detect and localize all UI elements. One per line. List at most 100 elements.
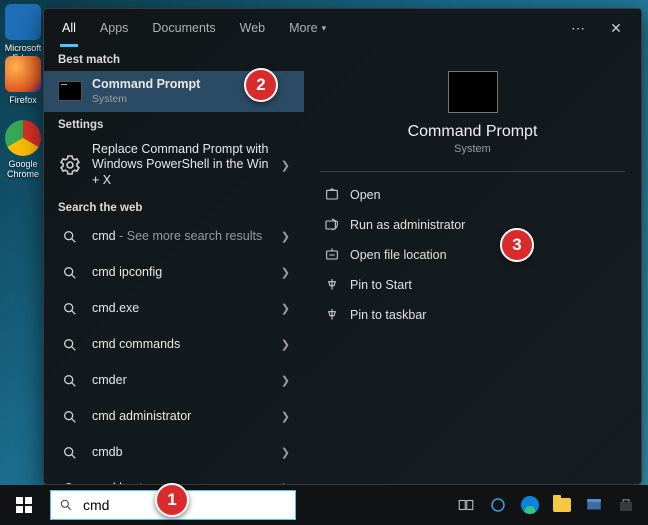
chevron-right-icon: ❯: [281, 230, 290, 243]
taskbar-icons: [452, 491, 648, 519]
desktop-icon-edge[interactable]: Microsoft Edge: [2, 4, 44, 63]
web-result[interactable]: cmd administrator ❯: [44, 399, 304, 435]
taskbar-store[interactable]: [612, 491, 640, 519]
preview-action-pin-start[interactable]: Pin to Start: [320, 270, 625, 300]
taskbar: [0, 485, 648, 525]
result-title: cmd hostname: [92, 481, 271, 484]
result-title: cmd - See more search results: [92, 229, 271, 245]
close-button[interactable]: ✕: [599, 20, 633, 37]
tab-apps[interactable]: Apps: [90, 9, 139, 47]
search-tabs: All Apps Documents Web More ▾ ⋯ ✕: [44, 9, 641, 47]
tab-web[interactable]: Web: [230, 9, 275, 47]
result-title: cmd ipconfig: [92, 265, 271, 281]
preview-subtitle: System: [320, 143, 625, 155]
divider: [320, 171, 625, 172]
section-web: Search the web: [44, 195, 304, 219]
desktop-icon-label: Google Chrome: [2, 159, 44, 179]
tab-documents[interactable]: Documents: [142, 9, 225, 47]
chevron-right-icon: ❯: [281, 410, 290, 423]
cortana-icon: [489, 496, 507, 514]
action-label: Open file location: [350, 248, 447, 262]
task-view-icon: [457, 496, 475, 514]
close-icon: ✕: [610, 20, 622, 36]
search-icon: [58, 333, 82, 357]
action-label: Run as administrator: [350, 218, 465, 232]
result-title: cmd.exe: [92, 301, 271, 317]
taskbar-task-view[interactable]: [452, 491, 480, 519]
tab-all[interactable]: All: [52, 9, 86, 47]
taskbar-cortana[interactable]: [484, 491, 512, 519]
chevron-right-icon: ❯: [281, 159, 290, 172]
web-result[interactable]: cmd commands ❯: [44, 327, 304, 363]
search-panel: All Apps Documents Web More ▾ ⋯ ✕ Best m…: [43, 8, 642, 485]
tab-label: More: [289, 21, 317, 35]
annotation-badge-3: 3: [500, 228, 534, 262]
taskbar-app[interactable]: [580, 491, 608, 519]
preview-action-pin-taskbar[interactable]: Pin to taskbar: [320, 300, 625, 330]
tab-label: All: [62, 21, 76, 35]
desktop-icon-firefox[interactable]: Firefox: [2, 56, 44, 105]
admin-icon: [324, 217, 340, 233]
edge-icon: [521, 496, 539, 514]
preview-command-prompt-icon: [448, 71, 498, 113]
web-result[interactable]: cmd.exe❯: [44, 291, 304, 327]
search-icon: [58, 297, 82, 321]
web-result[interactable]: cmd hostname ❯: [44, 471, 304, 484]
preview-action-admin[interactable]: Run as administrator: [320, 210, 625, 240]
web-result[interactable]: cmdb ❯: [44, 435, 304, 471]
chevron-down-icon: ▾: [322, 23, 327, 34]
store-icon: [617, 496, 635, 514]
search-icon: [58, 441, 82, 465]
taskbar-edge[interactable]: [516, 491, 544, 519]
preview-action-open[interactable]: Open: [320, 180, 625, 210]
command-prompt-icon: [58, 79, 82, 103]
result-title: cmder: [92, 373, 271, 389]
tab-label: Documents: [152, 21, 215, 35]
chevron-right-icon: ❯: [281, 482, 290, 484]
section-settings: Settings: [44, 112, 304, 136]
chevron-right-icon: ❯: [281, 266, 290, 279]
settings-result[interactable]: Replace Command Prompt with Windows Powe…: [44, 136, 304, 195]
pin-taskbar-icon: [324, 307, 340, 323]
chevron-right-icon: ❯: [281, 446, 290, 459]
window-icon: [585, 496, 603, 514]
desktop-icon-chrome[interactable]: Google Chrome: [2, 120, 44, 179]
search-icon: [59, 498, 73, 512]
preview-title: Command Prompt: [320, 123, 625, 141]
open-icon: [324, 187, 340, 203]
chevron-right-icon: ❯: [281, 374, 290, 387]
results-column: Best match Command Prompt System Setting…: [44, 47, 304, 484]
desktop-icon-label: Firefox: [2, 95, 44, 105]
web-result[interactable]: cmd - See more search results ❯: [44, 219, 304, 255]
tab-label: Apps: [100, 21, 129, 35]
folder-icon: [553, 498, 571, 512]
chevron-right-icon: ❯: [281, 338, 290, 351]
web-result[interactable]: cmder ❯: [44, 363, 304, 399]
annotation-badge-1: 1: [155, 483, 189, 517]
tab-more[interactable]: More ▾: [279, 9, 336, 47]
result-title: cmd commands: [92, 337, 271, 353]
search-icon: [58, 477, 82, 484]
search-icon: [58, 261, 82, 285]
taskbar-explorer[interactable]: [548, 491, 576, 519]
more-options-button[interactable]: ⋯: [561, 20, 595, 37]
result-title: cmd administrator: [92, 409, 271, 425]
tab-label: Web: [240, 21, 265, 35]
pin-start-icon: [324, 277, 340, 293]
action-label: Pin to taskbar: [350, 308, 426, 322]
firefox-icon: [5, 56, 41, 92]
start-button[interactable]: [0, 485, 48, 525]
preview-action-location[interactable]: Open file location: [320, 240, 625, 270]
location-icon: [324, 247, 340, 263]
search-icon: [58, 405, 82, 429]
web-result[interactable]: cmd ipconfig ❯: [44, 255, 304, 291]
result-title: cmdb: [92, 445, 271, 461]
annotation-badge-2: 2: [244, 68, 278, 102]
search-icon: [58, 369, 82, 393]
chrome-icon: [5, 120, 41, 156]
action-label: Open: [350, 188, 381, 202]
search-icon: [58, 225, 82, 249]
gear-icon: [58, 153, 82, 177]
section-best-match: Best match: [44, 47, 304, 71]
windows-icon: [16, 497, 32, 513]
